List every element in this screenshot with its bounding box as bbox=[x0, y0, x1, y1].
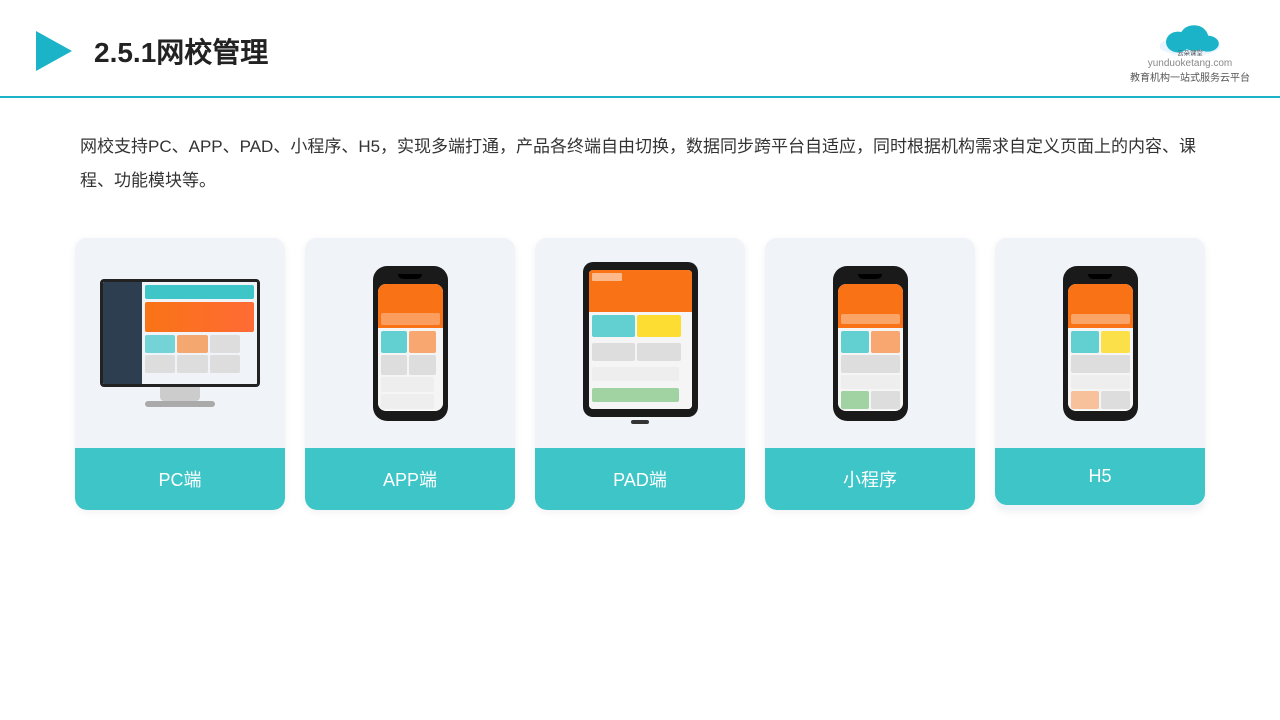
card-pc-image bbox=[75, 238, 285, 448]
logo-area: 云朵课堂 yunduoketang.com 教育机构一站式服务云平台 bbox=[1130, 18, 1250, 84]
card-pad-image bbox=[535, 238, 745, 448]
logo-url: yunduoketang.com bbox=[1148, 58, 1233, 69]
card-miniprogram-image bbox=[765, 238, 975, 448]
phone-mockup-h5 bbox=[1063, 266, 1138, 421]
card-app-image bbox=[305, 238, 515, 448]
description-text: 网校支持PC、APP、PAD、小程序、H5，实现多端打通，产品各终端自由切换，数… bbox=[0, 98, 1280, 208]
card-pad: PAD端 bbox=[535, 238, 745, 510]
card-h5-image bbox=[995, 238, 1205, 448]
card-pc: PC端 bbox=[75, 238, 285, 510]
card-miniprogram-label: 小程序 bbox=[765, 448, 975, 510]
play-icon bbox=[30, 27, 78, 75]
monitor-mockup bbox=[95, 279, 265, 407]
tablet-mockup bbox=[583, 262, 698, 424]
svg-text:云朵课堂: 云朵课堂 bbox=[1177, 48, 1203, 57]
page-title: 2.5.1网校管理 bbox=[94, 31, 268, 71]
header-left: 2.5.1网校管理 bbox=[30, 27, 268, 75]
header: 2.5.1网校管理 云朵课堂 yunduoketang.com 教育机构一站式服… bbox=[0, 0, 1280, 98]
logo-slogan: 教育机构一站式服务云平台 bbox=[1130, 69, 1250, 84]
card-miniprogram: 小程序 bbox=[765, 238, 975, 510]
card-h5-label: H5 bbox=[995, 448, 1205, 505]
card-pc-label: PC端 bbox=[75, 448, 285, 510]
card-app-label: APP端 bbox=[305, 448, 515, 510]
card-h5: H5 bbox=[995, 238, 1205, 510]
logo-cloud-icon: 云朵课堂 bbox=[1150, 18, 1230, 58]
cards-container: PC端 bbox=[0, 208, 1280, 540]
phone-mockup-miniprogram bbox=[833, 266, 908, 421]
card-pad-label: PAD端 bbox=[535, 448, 745, 510]
phone-mockup-app bbox=[373, 266, 448, 421]
card-app: APP端 bbox=[305, 238, 515, 510]
